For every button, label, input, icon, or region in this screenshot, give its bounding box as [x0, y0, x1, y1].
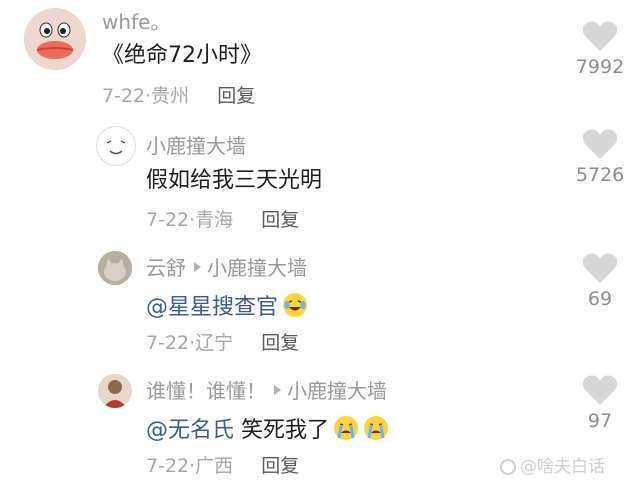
avatar[interactable]: [24, 8, 86, 70]
duck-face-icon: [24, 8, 86, 70]
crying-emoji-icon: [333, 415, 359, 446]
avatar[interactable]: [98, 374, 132, 408]
comment-meta: 7-22·辽宁 回复: [146, 334, 299, 353]
heart-icon: [582, 375, 618, 405]
like-button[interactable]: 97: [568, 374, 632, 431]
comment-text: 假如给我三天光明: [146, 168, 323, 193]
like-button[interactable]: 69: [568, 252, 632, 309]
reply-button[interactable]: 回复: [261, 209, 299, 231]
avatar[interactable]: [98, 251, 132, 285]
comment-author[interactable]: 小鹿撞大墙: [146, 136, 246, 156]
mention-link[interactable]: @星星搜查官: [146, 295, 278, 320]
person-photo-icon: [98, 374, 132, 408]
reply-button[interactable]: 回复: [261, 455, 299, 477]
comment-text: @星星搜查官: [146, 292, 308, 323]
watermark-text: @啥夫白话: [520, 457, 605, 477]
comment-location: 辽宁: [195, 332, 234, 354]
cat-photo-icon: [98, 251, 132, 285]
comment-meta: 7-22·广西 回复: [146, 457, 299, 476]
comment-date: 7-22: [146, 209, 190, 231]
comment-meta: 7-22·贵州 回复: [102, 87, 255, 106]
reply-arrow-icon: [194, 262, 201, 272]
like-button[interactable]: 5726: [568, 128, 632, 185]
heart-icon: [582, 253, 618, 283]
watermark-icon: [500, 459, 516, 475]
comment-location: 广西: [195, 455, 234, 477]
comment-author[interactable]: 云舒: [146, 256, 186, 280]
heart-icon: [582, 21, 618, 51]
like-count: 5726: [575, 164, 625, 186]
laughing-crying-emoji-icon: [282, 292, 308, 323]
comment-location: 贵州: [151, 85, 190, 107]
like-count: 7992: [575, 56, 625, 78]
crying-emoji-icon: [363, 415, 389, 446]
comment-author[interactable]: whfe。: [102, 12, 170, 32]
reply-button[interactable]: 回复: [217, 85, 255, 107]
like-button[interactable]: 7992: [568, 20, 632, 77]
mention-link[interactable]: @无名氏: [146, 418, 234, 443]
comment-author[interactable]: 谁懂！谁懂！: [146, 379, 266, 403]
comment-date: 7-22: [102, 85, 146, 107]
heart-icon: [582, 129, 618, 159]
comment-author-line: 谁懂！谁懂！ 小鹿撞大墙: [146, 381, 387, 401]
avatar[interactable]: [96, 126, 136, 166]
reply-to-author[interactable]: 小鹿撞大墙: [287, 379, 387, 403]
watermark: @啥夫白话: [500, 452, 605, 477]
comment-date: 7-22: [146, 455, 190, 477]
comment-location: 青海: [195, 209, 234, 231]
comment-body: 笑死我了: [241, 418, 330, 443]
comment-text: @无名氏 笑死我了: [146, 415, 389, 446]
reply-button[interactable]: 回复: [261, 332, 299, 354]
comment-meta: 7-22·青海 回复: [146, 211, 299, 230]
reply-arrow-icon: [274, 385, 281, 395]
reply-to-author[interactable]: 小鹿撞大墙: [207, 256, 307, 280]
comment-date: 7-22: [146, 332, 190, 354]
comment-text: 《绝命72小时》: [102, 43, 262, 68]
smiley-icon: [106, 140, 126, 155]
like-count: 69: [587, 288, 613, 310]
comment-author-line: 云舒 小鹿撞大墙: [146, 258, 307, 278]
like-count: 97: [587, 410, 613, 432]
